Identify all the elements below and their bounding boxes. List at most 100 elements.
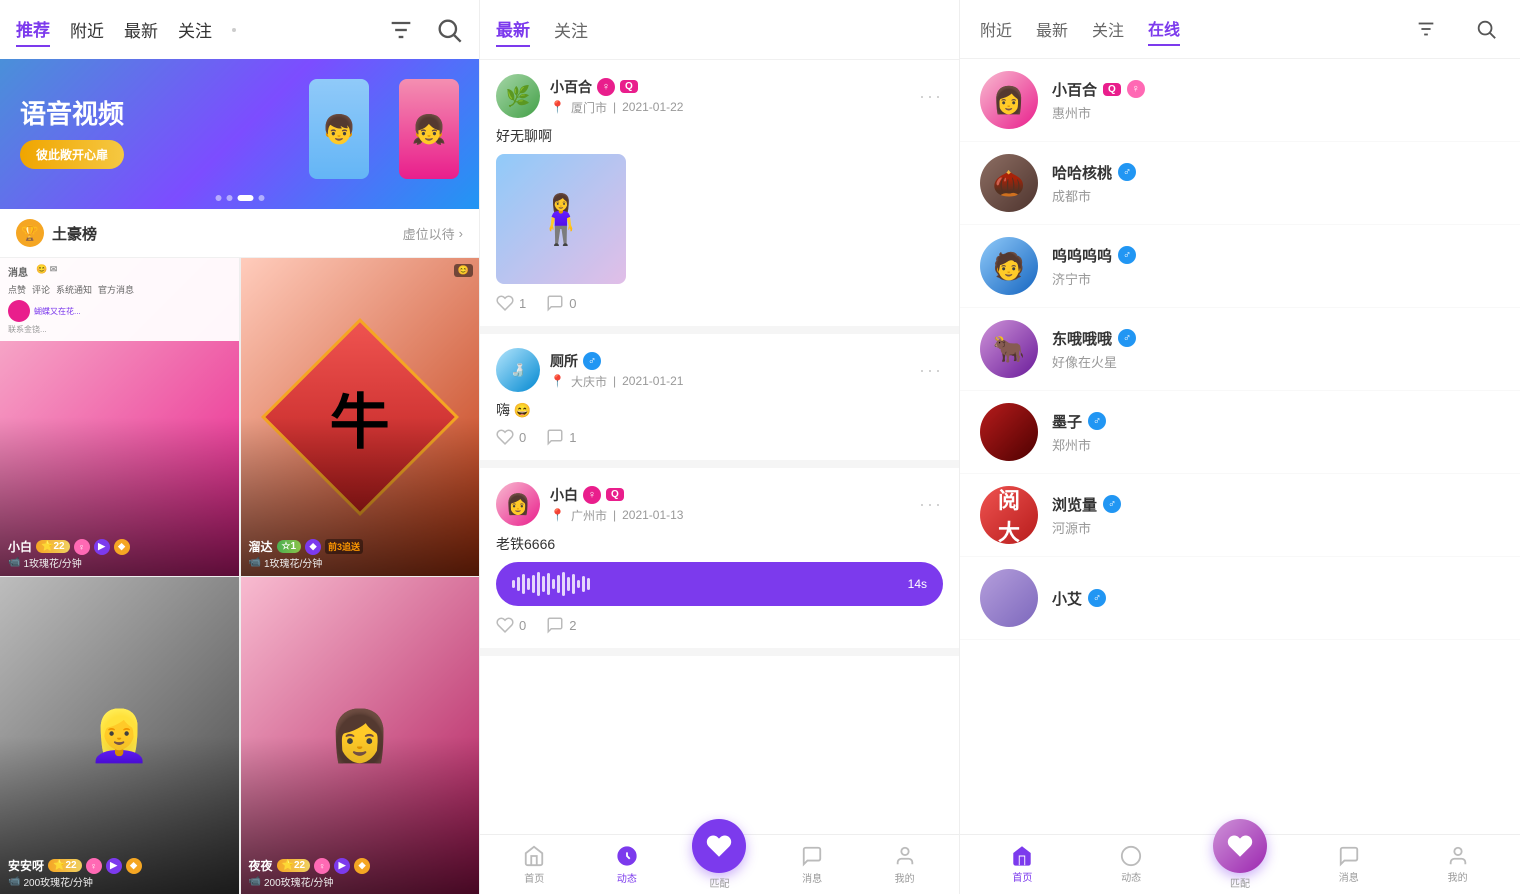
right-nav-online[interactable]: 在线 bbox=[1148, 12, 1180, 46]
right-bottom-match-label: 匹配 bbox=[1230, 875, 1250, 890]
feed-comment-button[interactable]: 0 bbox=[546, 294, 576, 312]
online-avatar bbox=[980, 569, 1038, 627]
feed-like-button[interactable]: 0 bbox=[496, 616, 526, 634]
online-item[interactable]: 墨子 ♂ 郑州市 bbox=[960, 391, 1520, 474]
online-item[interactable]: 👩 小百合 Q ♀ 惠州市 bbox=[960, 59, 1520, 142]
video-card[interactable]: 消息😊 ✉ 点赞 评论 系统通知 官方消息 蝴蝶又在花... 联系金铙... bbox=[0, 258, 239, 576]
video-grid: 消息😊 ✉ 点赞 评论 系统通知 官方消息 蝴蝶又在花... 联系金铙... bbox=[0, 258, 479, 894]
nav-item-recommend[interactable]: 推荐 bbox=[16, 12, 50, 47]
online-item[interactable]: 小艾 ♂ bbox=[960, 557, 1520, 640]
feed-location: 大庆市 bbox=[571, 373, 607, 390]
search-icon[interactable] bbox=[435, 16, 463, 44]
online-name-text: 浏览量 bbox=[1052, 494, 1097, 515]
feed-more-button[interactable]: ··· bbox=[919, 494, 943, 515]
gender-icon: ♂ bbox=[1118, 246, 1136, 264]
feed-avatar: 🌿 bbox=[496, 74, 540, 118]
feed-date: 2021-01-21 bbox=[622, 374, 683, 388]
online-avatar: 🧑 bbox=[980, 237, 1038, 295]
video-card-name: 溜达 ☆1 ◆ 前3追送 bbox=[249, 538, 472, 555]
gender-icon: ♂ bbox=[1118, 163, 1136, 181]
feed-date: 2021-01-22 bbox=[622, 100, 683, 114]
video-card[interactable]: 👱‍♀️ 安安呀 ⭐22 ♀ ▶ ◆ 📹200玫瑰花/分钟 bbox=[0, 577, 239, 894]
right-nav-latest[interactable]: 最新 bbox=[1036, 13, 1068, 45]
online-location: 郑州市 bbox=[1052, 435, 1500, 454]
right-filter-icon[interactable] bbox=[1412, 15, 1440, 43]
bottom-nav-home-label: 首页 bbox=[524, 870, 544, 885]
mid-nav-follow[interactable]: 关注 bbox=[554, 13, 588, 46]
online-avatar: 🌰 bbox=[980, 154, 1038, 212]
right-search-icon[interactable] bbox=[1472, 15, 1500, 43]
bottom-nav-feed[interactable]: 动态 bbox=[581, 844, 674, 885]
feed-text: 嗨 😄 bbox=[496, 400, 943, 420]
leaderboard-placeholder[interactable]: 虚位以待 › bbox=[403, 224, 463, 243]
leaderboard-row: 🏆 土豪榜 虚位以待 › bbox=[0, 209, 479, 258]
banner: 语音视频 彼此敞开心扉 👦 👧 bbox=[0, 59, 479, 209]
gender-badge: ♀ bbox=[597, 78, 615, 96]
online-name-text: 东哦哦哦 bbox=[1052, 328, 1112, 349]
bottom-nav-match-button[interactable] bbox=[692, 819, 746, 873]
gender-icon: ♀ bbox=[1127, 80, 1145, 98]
banner-figure: 👦 👧 bbox=[299, 69, 459, 199]
online-location: 成都市 bbox=[1052, 186, 1500, 205]
online-list: 👩 小百合 Q ♀ 惠州市 🌰 哈哈核桃 ♂ 成都市 🧑 bbox=[960, 59, 1520, 834]
nav-item-nearby[interactable]: 附近 bbox=[70, 13, 104, 46]
right-panel: 附近 最新 关注 在线 👩 小百合 Q ♀ 惠州市 🌰 bbox=[960, 0, 1520, 894]
online-item[interactable]: 阅大 浏览量 ♂ 河源市 bbox=[960, 474, 1520, 557]
video-card-name: 安安呀 ⭐22 ♀ ▶ ◆ bbox=[8, 857, 231, 874]
online-name-text: 墨子 bbox=[1052, 411, 1082, 432]
feed-item: 🌿 小百合 ♀ Q 📍 厦门市 | 2021-01-22 ··· bbox=[480, 60, 959, 334]
bottom-nav-message[interactable]: 消息 bbox=[766, 844, 859, 885]
nav-item-latest[interactable]: 最新 bbox=[124, 13, 158, 46]
banner-title: 语音视频 bbox=[20, 99, 124, 130]
online-name-text: 呜呜呜呜 bbox=[1052, 245, 1112, 266]
bottom-nav-home[interactable]: 首页 bbox=[488, 844, 581, 885]
feed-username-text: 小白 bbox=[550, 485, 578, 505]
feed-comment-button[interactable]: 1 bbox=[546, 428, 576, 446]
trophy-icon: 🏆 bbox=[16, 219, 44, 247]
nav-item-follow[interactable]: 关注 bbox=[178, 13, 212, 46]
online-avatar: 阅大 bbox=[980, 486, 1038, 544]
online-item[interactable]: 🧑 呜呜呜呜 ♂ 济宁市 bbox=[960, 225, 1520, 308]
gender-icon: ♂ bbox=[1118, 329, 1136, 347]
right-bottom-home[interactable]: 首页 bbox=[968, 845, 1077, 884]
feed-more-button[interactable]: ··· bbox=[919, 86, 943, 107]
online-location: 河源市 bbox=[1052, 518, 1500, 537]
right-bottom-message[interactable]: 消息 bbox=[1294, 845, 1403, 884]
gender-icon: ♂ bbox=[1088, 412, 1106, 430]
mid-nav-latest[interactable]: 最新 bbox=[496, 12, 530, 47]
feed-like-button[interactable]: 0 bbox=[496, 428, 526, 446]
video-card-name: 小白 ⭐22 ♀ ▶ ◆ bbox=[8, 538, 231, 555]
bottom-nav-profile-label: 我的 bbox=[895, 870, 915, 885]
right-bottom-profile[interactable]: 我的 bbox=[1403, 845, 1512, 884]
online-item[interactable]: 🐂 东哦哦哦 ♂ 好像在火星 bbox=[960, 308, 1520, 391]
feed-like-button[interactable]: 1 bbox=[496, 294, 526, 312]
online-name-text: 哈哈核桃 bbox=[1052, 162, 1112, 183]
filter-icon[interactable] bbox=[387, 16, 415, 44]
bottom-nav-match[interactable]: 匹配 bbox=[673, 839, 766, 890]
right-nav-nearby[interactable]: 附近 bbox=[980, 13, 1012, 45]
feed-date: 2021-01-13 bbox=[622, 508, 683, 522]
online-location: 济宁市 bbox=[1052, 269, 1500, 288]
right-bottom-feed[interactable]: 动态 bbox=[1077, 845, 1186, 884]
feed-text: 老铁6666 bbox=[496, 534, 943, 554]
middle-bottom-nav: 首页 动态 匹配 消息 我的 bbox=[480, 834, 959, 894]
right-nav-follow[interactable]: 关注 bbox=[1092, 13, 1124, 45]
online-location: 惠州市 bbox=[1052, 103, 1500, 122]
feed-avatar: 👩 bbox=[496, 482, 540, 526]
online-name-text: 小百合 bbox=[1052, 79, 1097, 100]
video-card[interactable]: 👩 夜夜 ⭐22 ♀ ▶ ◆ 📹200玫瑰花/分钟 bbox=[241, 577, 480, 894]
feed-comment-button[interactable]: 2 bbox=[546, 616, 576, 634]
right-bottom-message-label: 消息 bbox=[1339, 869, 1359, 884]
banner-button[interactable]: 彼此敞开心扉 bbox=[20, 140, 124, 169]
feed-username-text: 厕所 bbox=[550, 351, 578, 371]
online-item[interactable]: 🌰 哈哈核桃 ♂ 成都市 bbox=[960, 142, 1520, 225]
right-bottom-match[interactable]: 匹配 bbox=[1186, 839, 1295, 890]
audio-player[interactable]: 14s bbox=[496, 562, 943, 606]
bottom-nav-profile[interactable]: 我的 bbox=[858, 844, 951, 885]
right-bottom-feed-label: 动态 bbox=[1121, 869, 1141, 884]
video-card-name: 夜夜 ⭐22 ♀ ▶ ◆ bbox=[249, 857, 472, 874]
right-bottom-home-label: 首页 bbox=[1012, 869, 1032, 884]
feed-more-button[interactable]: ··· bbox=[919, 360, 943, 381]
gender-badge: ♀ bbox=[583, 486, 601, 504]
video-card[interactable]: 牛 😊 溜达 ☆1 ◆ 前3追送 📹1玫瑰花/分钟 bbox=[241, 258, 480, 576]
